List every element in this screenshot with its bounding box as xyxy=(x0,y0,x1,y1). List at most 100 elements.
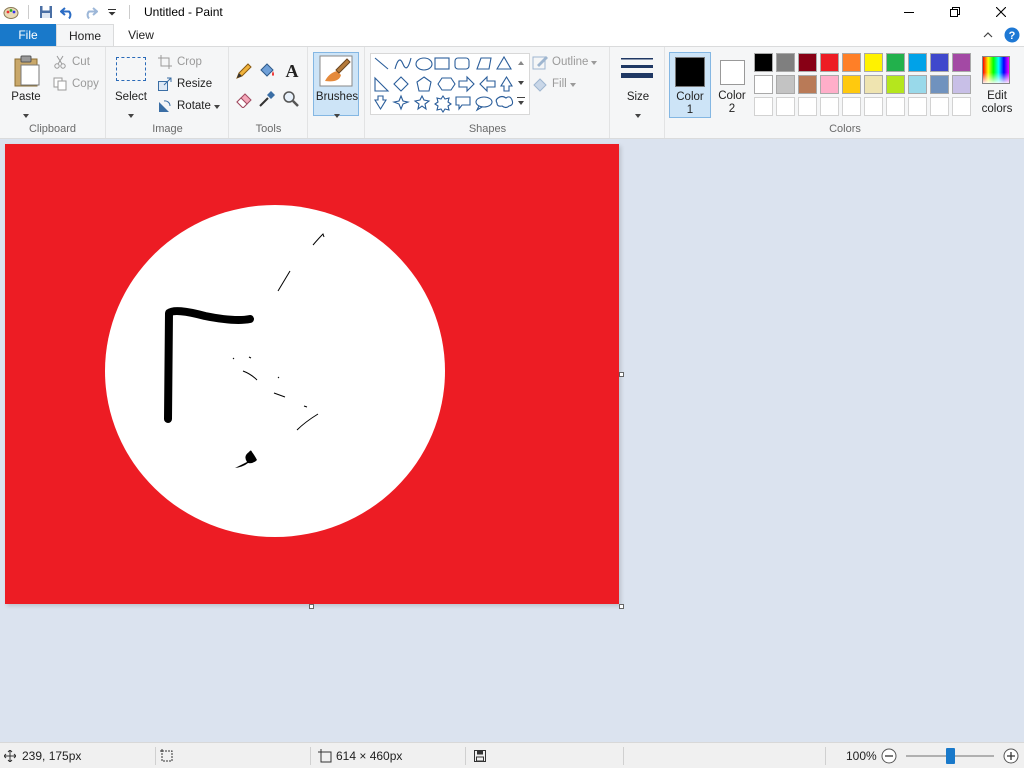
tab-file[interactable]: File xyxy=(0,24,56,46)
palette-swatch[interactable] xyxy=(754,53,773,72)
separator xyxy=(129,5,130,19)
select-dropdown-arrow-icon xyxy=(128,107,134,121)
custom-color-slot[interactable] xyxy=(908,97,927,116)
palette-swatch[interactable] xyxy=(952,75,971,94)
zoom-in-button[interactable] xyxy=(1003,743,1019,768)
color1-button[interactable]: Color 1 xyxy=(669,52,711,118)
restore-button[interactable] xyxy=(932,0,978,24)
title-bar: Untitled - Paint xyxy=(0,0,1024,24)
palette-swatch[interactable] xyxy=(776,53,795,72)
color2-label-line2: 2 xyxy=(728,103,736,115)
help-icon[interactable]: ? xyxy=(1000,24,1024,46)
custom-color-slot[interactable] xyxy=(776,97,795,116)
size-button[interactable]: Size xyxy=(616,52,660,118)
redo-icon[interactable] xyxy=(79,1,101,23)
collapse-ribbon-icon[interactable] xyxy=(976,24,1000,46)
palette-swatch[interactable] xyxy=(776,75,795,94)
custom-color-slot[interactable] xyxy=(886,97,905,116)
color2-button[interactable]: Color 2 xyxy=(712,52,754,118)
copy-button[interactable]: Copy xyxy=(52,74,99,94)
rotate-button[interactable]: Rotate xyxy=(157,96,220,116)
custom-color-slot[interactable] xyxy=(952,97,971,116)
color2-label-line1: Color xyxy=(718,90,746,102)
resize-icon xyxy=(157,76,173,92)
tools-group-label: Tools xyxy=(255,123,282,135)
palette-swatch[interactable] xyxy=(798,75,817,94)
zoom-slider[interactable] xyxy=(906,743,994,768)
colors-group-label: Colors xyxy=(829,123,861,135)
cut-button[interactable]: Cut xyxy=(52,52,90,72)
crop-icon xyxy=(157,54,173,70)
paste-button[interactable]: Paste xyxy=(4,51,48,118)
palette-swatch[interactable] xyxy=(842,75,861,94)
palette-swatch[interactable] xyxy=(864,53,883,72)
scissors-icon xyxy=(52,54,68,70)
svg-text:?: ? xyxy=(1009,30,1016,42)
select-button[interactable]: Select xyxy=(113,53,149,118)
edit-colors-button[interactable]: Edit colors xyxy=(974,52,1020,118)
drawing-canvas[interactable] xyxy=(5,144,619,604)
pencil-icon[interactable] xyxy=(235,62,255,82)
resize-handle-bottom[interactable] xyxy=(309,604,314,609)
palette-swatch[interactable] xyxy=(886,75,905,94)
undo-icon[interactable] xyxy=(57,1,79,23)
clipboard-group: Paste Cut Copy Clipboard xyxy=(0,47,106,138)
tab-home[interactable]: Home xyxy=(56,24,114,46)
outline-button[interactable]: Outline xyxy=(532,52,598,72)
resize-handle-right[interactable] xyxy=(619,372,624,377)
palette-swatch[interactable] xyxy=(842,53,861,72)
custom-color-slot[interactable] xyxy=(930,97,949,116)
custom-color-slot[interactable] xyxy=(820,97,839,116)
fill-icon xyxy=(532,76,548,92)
palette-swatch[interactable] xyxy=(908,53,927,72)
palette-swatch[interactable] xyxy=(820,75,839,94)
palette-swatch[interactable] xyxy=(820,53,839,72)
text-tool-icon[interactable]: A xyxy=(282,61,302,81)
outline-icon xyxy=(532,54,548,70)
window-controls xyxy=(886,0,1024,24)
custom-color-slot[interactable] xyxy=(864,97,883,116)
file-size-cell xyxy=(474,743,486,768)
color-picker-icon[interactable] xyxy=(258,90,278,110)
minimize-button[interactable] xyxy=(886,0,932,24)
zoom-out-button[interactable] xyxy=(881,743,897,768)
brushes-button[interactable]: Brushes xyxy=(313,52,359,118)
close-button[interactable] xyxy=(978,0,1024,24)
save-icon[interactable] xyxy=(35,1,57,23)
custom-color-slot[interactable] xyxy=(842,97,861,116)
magnifier-icon[interactable] xyxy=(282,90,302,110)
tab-view[interactable]: View xyxy=(114,24,168,46)
fill-button[interactable]: Fill xyxy=(532,74,576,94)
paint-app-icon[interactable] xyxy=(0,1,22,23)
eraser-icon[interactable] xyxy=(235,90,255,110)
customize-toolbar-dropdown-icon[interactable] xyxy=(101,1,123,23)
colors-group: Color 1 Color 2 Edit colors Colors xyxy=(666,47,1024,138)
crop-button[interactable]: Crop xyxy=(157,52,202,72)
cut-label: Cut xyxy=(72,56,90,68)
resize-label: Resize xyxy=(177,78,213,90)
palette-swatch[interactable] xyxy=(754,75,773,94)
fill-bucket-icon[interactable] xyxy=(258,62,278,82)
shapes-scrollbar[interactable] xyxy=(514,53,528,115)
custom-color-slot[interactable] xyxy=(754,97,773,116)
resize-handle-corner[interactable] xyxy=(619,604,624,609)
paste-label: Paste xyxy=(11,91,41,103)
palette-swatch[interactable] xyxy=(930,75,949,94)
palette-swatch[interactable] xyxy=(798,53,817,72)
clipboard-group-label: Clipboard xyxy=(28,123,77,135)
palette-swatch[interactable] xyxy=(930,53,949,72)
resize-button[interactable]: Resize xyxy=(157,74,212,94)
tools-group: A Tools xyxy=(230,47,308,138)
custom-color-slot[interactable] xyxy=(798,97,817,116)
ribbon: Paste Cut Copy Clipboard Select Crop Res… xyxy=(0,46,1024,139)
brush-icon xyxy=(319,55,353,90)
brushes-group: Brushes xyxy=(309,47,365,138)
rainbow-icon xyxy=(982,56,1010,84)
cursor-position-cell: 239, 175px xyxy=(4,743,81,768)
zoom-slider-thumb[interactable] xyxy=(946,748,955,764)
palette-swatch[interactable] xyxy=(886,53,905,72)
palette-swatch[interactable] xyxy=(952,53,971,72)
palette-swatch[interactable] xyxy=(908,75,927,94)
crosshair-icon xyxy=(4,750,16,762)
palette-swatch[interactable] xyxy=(864,75,883,94)
